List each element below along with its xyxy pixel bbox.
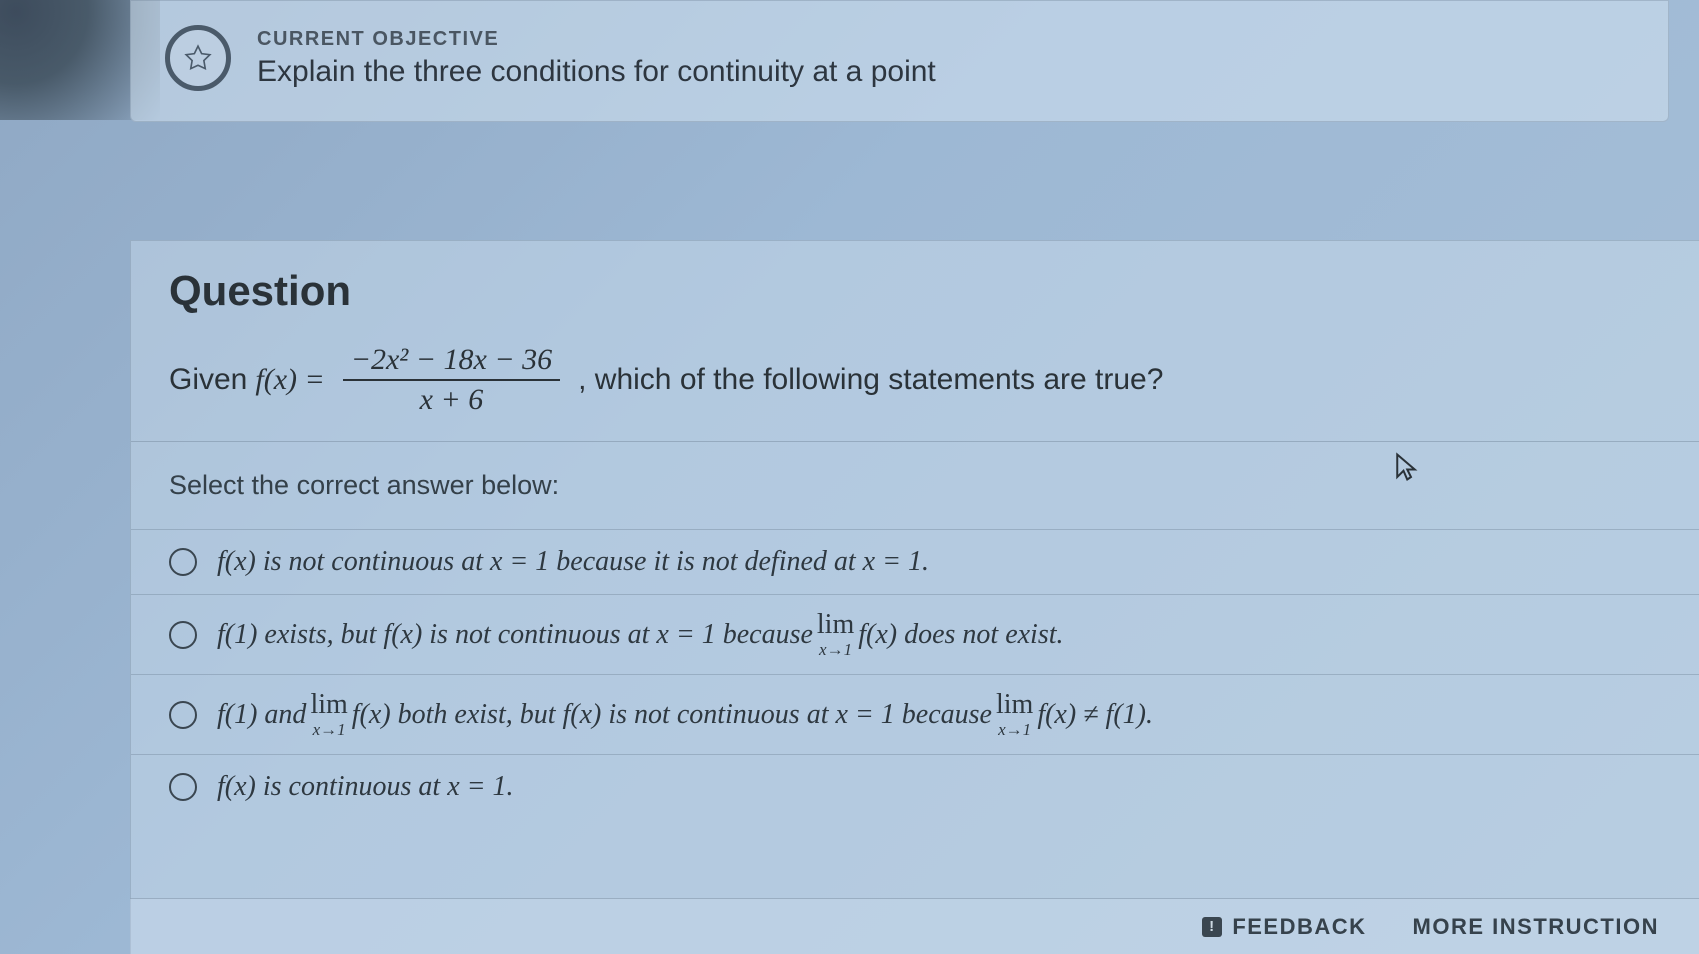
- more-instruction-label: MORE INSTRUCTION: [1413, 914, 1659, 939]
- option-text: f(x) is continuous at x = 1.: [217, 771, 514, 803]
- instruction-row: Select the correct answer below:: [131, 442, 1699, 529]
- objective-progress-ring: [165, 25, 231, 91]
- numerator: −2x² − 18x − 36: [343, 343, 560, 381]
- limit-notation: lim x→1: [817, 611, 854, 658]
- option-text-pre: f(1) and: [217, 699, 306, 731]
- fraction: −2x² − 18x − 36 x + 6: [343, 343, 560, 417]
- given-suffix: , which of the following statements are …: [578, 363, 1163, 397]
- option-text-pre: f(1) exists, but f(x) is not continuous …: [217, 619, 813, 651]
- feedback-button[interactable]: ! FEEDBACK: [1202, 914, 1366, 940]
- limit-notation-2: lim x→1: [996, 691, 1033, 738]
- instruction-text: Select the correct answer below:: [169, 470, 559, 500]
- question-heading: Question: [169, 267, 1661, 315]
- denominator: x + 6: [412, 381, 492, 417]
- option-text-mid: f(x) does not exist.: [858, 619, 1063, 651]
- star-icon: [183, 43, 213, 73]
- function-lhs: f(x) =: [255, 363, 324, 397]
- objective-label: CURRENT OBJECTIVE: [257, 28, 936, 51]
- option-4[interactable]: f(x) is continuous at x = 1.: [131, 754, 1699, 819]
- alert-icon: !: [1202, 917, 1222, 937]
- footer-bar: ! FEEDBACK MORE INSTRUCTION: [130, 898, 1699, 954]
- more-instruction-button[interactable]: MORE INSTRUCTION: [1413, 914, 1659, 940]
- option-text-post: f(x) ≠ f(1).: [1037, 699, 1153, 731]
- option-text-mid: f(x) both exist, but f(x) is not continu…: [352, 699, 992, 731]
- option-3[interactable]: f(1) and lim x→1 f(x) both exist, but f(…: [131, 674, 1699, 754]
- options-list: f(x) is not continuous at x = 1 because …: [131, 529, 1699, 819]
- radio-icon: [169, 621, 197, 649]
- objective-text: CURRENT OBJECTIVE Explain the three cond…: [257, 28, 936, 89]
- option-2[interactable]: f(1) exists, but f(x) is not continuous …: [131, 594, 1699, 674]
- objective-description: Explain the three conditions for continu…: [257, 55, 936, 89]
- radio-icon: [169, 548, 197, 576]
- radio-icon: [169, 773, 197, 801]
- radio-icon: [169, 701, 197, 729]
- option-1[interactable]: f(x) is not continuous at x = 1 because …: [131, 529, 1699, 594]
- feedback-label: FEEDBACK: [1232, 914, 1366, 940]
- question-header: Question: [131, 241, 1699, 325]
- question-card: Question Given f(x) = −2x² − 18x − 36 x …: [130, 240, 1699, 954]
- cursor-icon: [1393, 452, 1419, 482]
- objective-card: CURRENT OBJECTIVE Explain the three cond…: [130, 0, 1669, 122]
- limit-notation: lim x→1: [310, 691, 347, 738]
- question-body: Given f(x) = −2x² − 18x − 36 x + 6 , whi…: [131, 325, 1699, 441]
- given-prefix: Given: [169, 363, 247, 397]
- option-text: f(x) is not continuous at x = 1 because …: [217, 546, 929, 578]
